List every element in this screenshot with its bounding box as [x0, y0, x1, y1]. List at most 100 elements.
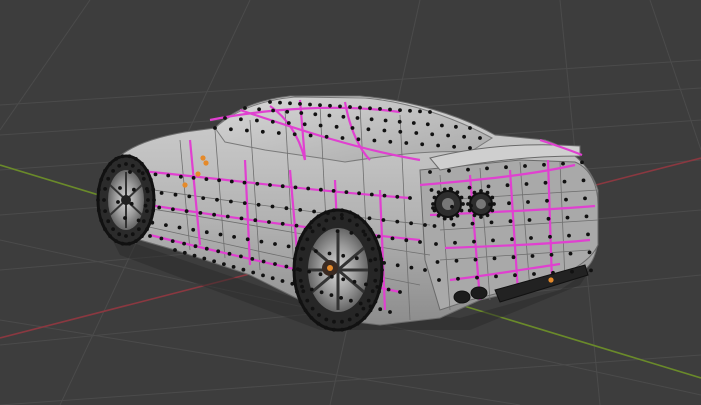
vertex-dot — [338, 104, 342, 109]
vertex-dot — [227, 251, 232, 256]
vertex-dot — [239, 216, 244, 221]
vertex-dot — [368, 308, 373, 313]
vertex-dot — [348, 105, 352, 109]
vertex-dot — [145, 209, 149, 214]
vertex-dot — [373, 299, 378, 304]
vertex-dot — [459, 208, 464, 213]
vertex-dot — [583, 196, 587, 201]
vertex-dot — [309, 316, 314, 320]
vertex-dot — [245, 237, 250, 242]
vertex-dot — [362, 220, 367, 225]
vertex-dot — [437, 278, 441, 282]
vertex-dot — [398, 129, 403, 134]
vertex-dot — [259, 239, 264, 244]
vertex-dot — [368, 227, 373, 232]
vertex-dot — [349, 298, 353, 303]
car-mesh[interactable] — [96, 95, 599, 332]
vertex-dot — [128, 170, 132, 174]
vertex-dot — [303, 227, 308, 232]
vertex-dot — [545, 198, 549, 203]
vertex-dot — [377, 246, 381, 251]
vertex-dot — [243, 106, 247, 110]
vertex-dot — [99, 218, 104, 223]
vertex-dot — [510, 237, 514, 242]
vertex-dot — [117, 232, 122, 237]
vertex-dot — [316, 321, 321, 326]
vertex-dot — [489, 220, 494, 225]
vertex-dot — [273, 242, 277, 246]
viewport-scene[interactable] — [0, 0, 701, 405]
vertex-dot — [354, 256, 359, 261]
vertex-dot — [148, 218, 153, 223]
vertex-dot — [308, 133, 313, 138]
vertex-dot — [395, 219, 400, 224]
vertex-dot — [127, 241, 132, 246]
vertex-dot — [204, 230, 209, 235]
vertex-dot — [451, 222, 456, 227]
vertex-dot — [159, 236, 164, 241]
front-wheel — [96, 154, 156, 246]
vertex-dot — [562, 179, 567, 184]
vertex-dot — [250, 257, 255, 261]
vertex-dot — [390, 236, 395, 241]
vertex-dot — [260, 129, 265, 134]
vertex-dot — [479, 215, 483, 219]
vertex-dot — [255, 181, 260, 186]
vertex-dot — [568, 251, 573, 256]
vertex-dot — [349, 231, 354, 235]
vertex-dot — [341, 253, 346, 258]
vertex-dot — [334, 124, 339, 129]
vertex-dot — [467, 195, 472, 200]
vertex-dot — [383, 118, 388, 123]
vertex-dot — [324, 317, 329, 322]
vertex-dot — [527, 218, 532, 222]
vertex-dot — [373, 278, 378, 283]
vertex-dot — [348, 210, 352, 215]
vertex-dot — [145, 227, 149, 232]
vertex-dot — [529, 236, 533, 240]
vertex-dot — [379, 279, 384, 283]
vertex-dot — [216, 249, 221, 254]
vertex-dot — [580, 160, 584, 165]
vertex-dot — [120, 154, 125, 159]
vertex-dot — [388, 107, 392, 112]
vertex-dot — [543, 180, 548, 185]
vertex-dot — [382, 261, 386, 265]
vertex-dot — [418, 109, 422, 114]
vertex-dot — [171, 207, 175, 212]
vertex-dot — [286, 244, 291, 249]
vertex-dot — [298, 268, 302, 272]
vertex-dot — [332, 327, 336, 332]
vertex-dot — [327, 113, 332, 118]
vertex-dot — [261, 259, 266, 264]
vertex-dot — [130, 163, 135, 168]
vertex-dot — [152, 198, 156, 202]
vertex-dot — [581, 178, 586, 183]
vertex-dot — [184, 209, 189, 214]
vertex-dot — [356, 137, 361, 142]
vertex-dot — [261, 273, 265, 278]
vertex-dot — [475, 275, 479, 280]
vertex-dot — [129, 201, 134, 206]
vertex-dot — [363, 232, 367, 237]
vertex-dot — [395, 194, 400, 199]
vertex-dot — [284, 206, 289, 211]
vertex-dot — [347, 218, 352, 223]
vertex-dot — [470, 221, 475, 226]
vertex-dot — [136, 218, 141, 223]
vertex-dot — [505, 183, 510, 188]
vertex-dot — [96, 208, 101, 213]
vertex-dot — [331, 189, 336, 193]
vertex-dot — [117, 163, 122, 168]
vertex-dot — [280, 184, 285, 189]
3d-viewport[interactable] — [0, 0, 701, 405]
vertex-dot — [327, 251, 332, 256]
vertex-dot — [134, 157, 138, 161]
vertex-dot — [404, 141, 409, 145]
vertex-dot — [425, 122, 430, 127]
vertex-dot — [231, 265, 236, 269]
vertex-dot — [584, 214, 589, 219]
vertex-dot — [140, 161, 144, 166]
vertex-dot — [134, 239, 138, 244]
vertex-dot — [492, 202, 496, 206]
